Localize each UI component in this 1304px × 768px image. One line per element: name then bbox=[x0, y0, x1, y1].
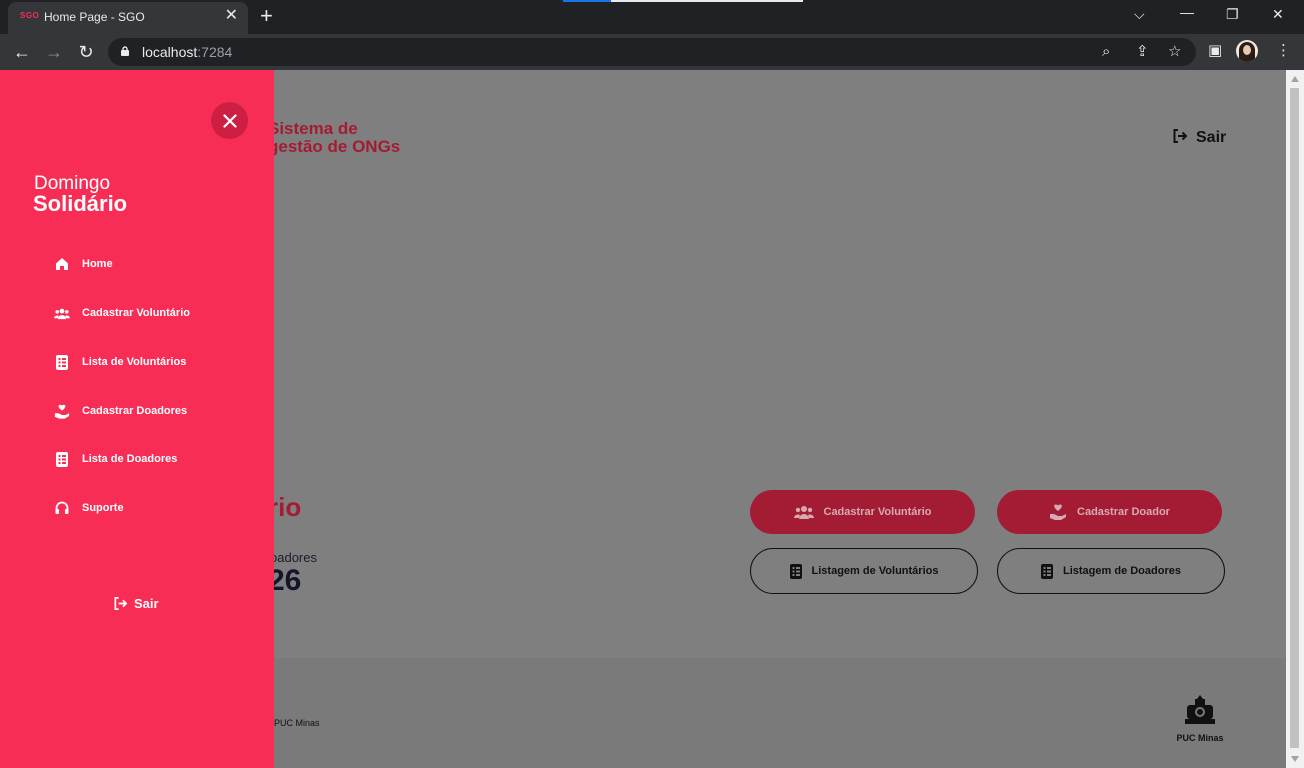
list-donors-button[interactable]: Listagem de Doadores bbox=[997, 548, 1225, 594]
address-url: localhost:7284 bbox=[142, 44, 233, 60]
tab-search-chevron-icon[interactable]: ⌵ bbox=[1134, 6, 1145, 22]
list-icon bbox=[56, 451, 68, 467]
logout-icon bbox=[1173, 129, 1188, 143]
list-icon bbox=[56, 354, 68, 370]
drawer-item-donor-list[interactable]: Lista de Doadores bbox=[54, 447, 177, 471]
list-icon bbox=[1041, 563, 1053, 579]
hand-heart-icon bbox=[1050, 504, 1067, 520]
footer-text: PUC Minas bbox=[274, 718, 320, 728]
browser-tab[interactable]: SGO Home Page - SGO ✕ bbox=[8, 2, 248, 34]
forward-arrow-icon[interactable]: → bbox=[42, 40, 66, 64]
logout-icon bbox=[114, 597, 128, 610]
tab-close-icon[interactable]: ✕ bbox=[225, 8, 238, 24]
drawer-item-volunteer-list[interactable]: Lista de Voluntários bbox=[54, 350, 186, 374]
drawer-item-register-volunteer[interactable]: Cadastrar Voluntário bbox=[54, 301, 190, 325]
browser-toolbar: ← → ↻ localhost:7284 ⌕ ⇪ ☆ ▣ ⋮ bbox=[0, 34, 1304, 70]
new-tab-plus-icon[interactable]: + bbox=[260, 5, 273, 27]
scroll-up-arrow-icon[interactable] bbox=[1291, 76, 1299, 82]
stat-label: oadores bbox=[270, 550, 317, 565]
bookmark-star-icon[interactable]: ☆ bbox=[1168, 44, 1181, 60]
zoom-icon[interactable]: ⌕ bbox=[1102, 44, 1110, 60]
drawer-close-button[interactable] bbox=[211, 102, 248, 139]
drawer-item-support[interactable]: Suporte bbox=[54, 496, 124, 520]
kebab-menu-icon[interactable]: ⋮ bbox=[1276, 43, 1291, 59]
headset-icon bbox=[55, 501, 69, 514]
list-volunteers-button[interactable]: Listagem de Voluntários bbox=[750, 548, 978, 594]
sgo-favicon-icon: SGO bbox=[20, 11, 40, 20]
side-panel-icon[interactable]: ▣ bbox=[1208, 43, 1222, 59]
scrollbar-thumb[interactable] bbox=[1290, 88, 1299, 748]
header-logout-link[interactable]: Sair bbox=[1172, 128, 1226, 147]
reload-icon[interactable]: ↻ bbox=[74, 40, 98, 64]
profile-avatar[interactable] bbox=[1236, 40, 1258, 62]
lock-icon bbox=[121, 46, 129, 56]
side-drawer: Domingo Solidário Home Cadastrar Voluntá… bbox=[0, 70, 274, 768]
puc-minas-logo: PUC Minas bbox=[1172, 694, 1228, 743]
browser-tab-bar: SGO Home Page - SGO ✕ + ⌵ — ❐ ✕ bbox=[0, 0, 1304, 34]
hand-heart-icon bbox=[54, 404, 70, 419]
tab-title: Home Page - SGO bbox=[44, 10, 145, 24]
page-load-progress bbox=[563, 0, 803, 2]
list-icon bbox=[789, 563, 802, 579]
drawer-item-register-donors[interactable]: Cadastrar Doadores bbox=[54, 399, 187, 423]
address-bar[interactable]: localhost:7284 ⌕ ⇪ ☆ bbox=[108, 38, 1196, 66]
drawer-logout-button[interactable]: Sair bbox=[113, 596, 159, 611]
scroll-down-arrow-icon[interactable] bbox=[1291, 756, 1299, 762]
users-icon bbox=[793, 506, 814, 519]
register-volunteer-button[interactable]: Cadastrar Voluntário bbox=[750, 490, 975, 534]
close-icon bbox=[222, 113, 237, 128]
home-icon bbox=[56, 258, 68, 270]
register-donor-button[interactable]: Cadastrar Doador bbox=[997, 490, 1222, 534]
window-close-icon[interactable]: ✕ bbox=[1272, 6, 1284, 22]
share-icon[interactable]: ⇪ bbox=[1136, 44, 1149, 60]
users-icon bbox=[54, 308, 70, 319]
puc-minas-logo-text: PUC Minas bbox=[1176, 733, 1224, 743]
brand-title: Sistema de gestão de ONGs bbox=[268, 119, 401, 156]
minimize-icon[interactable]: — bbox=[1180, 4, 1194, 20]
puc-crest-icon bbox=[1185, 695, 1215, 724]
logo-line2: Solidário bbox=[33, 191, 128, 216]
page-scrollbar[interactable] bbox=[1286, 70, 1304, 768]
restore-icon[interactable]: ❐ bbox=[1226, 6, 1239, 22]
drawer-item-home[interactable]: Home bbox=[54, 252, 113, 276]
back-arrow-icon[interactable]: ← bbox=[10, 40, 34, 64]
